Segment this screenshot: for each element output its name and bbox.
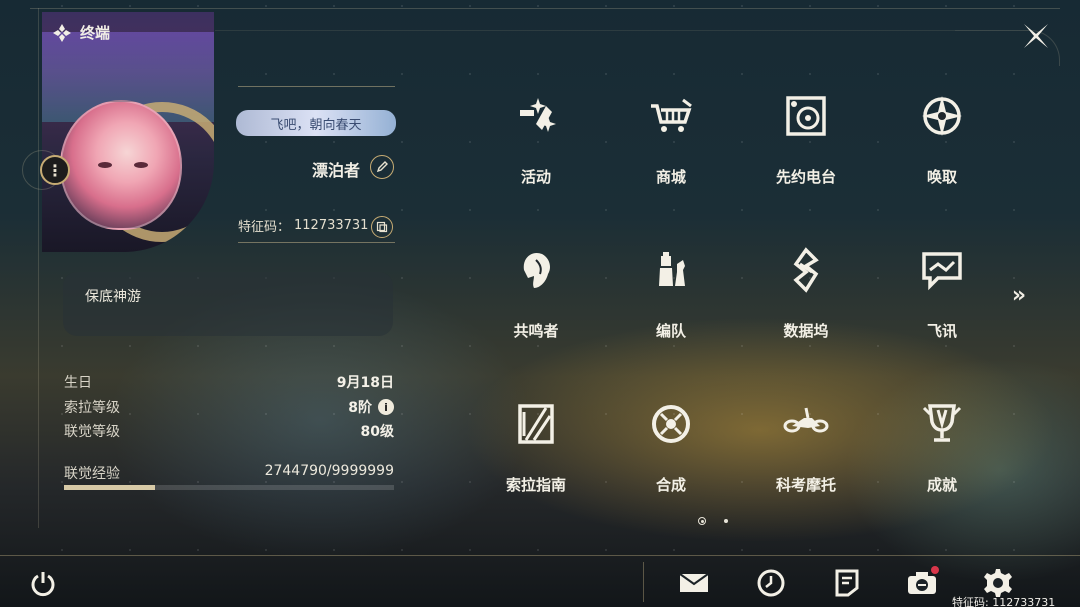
menu-item-label: 科考摩托 <box>775 476 836 494</box>
menu-item-label: 商城 <box>655 168 686 186</box>
stat-birthday: 生日 9月18日 <box>64 368 394 395</box>
signature-banner[interactable]: 飞吧，朝向春天 <box>236 110 396 136</box>
pencil-icon <box>376 161 388 173</box>
frame-line <box>38 8 39 528</box>
stat-union-level: 联觉等级 80级 <box>64 419 394 443</box>
mail-icon <box>679 573 709 592</box>
uid-label: 特征码： <box>238 220 291 235</box>
notification-badge <box>931 566 939 574</box>
cart-icon <box>651 98 692 132</box>
power-icon <box>31 572 55 597</box>
uid-watermark: 特征码: 112733731 <box>952 596 1056 607</box>
page-dot[interactable] <box>724 519 728 523</box>
menu-item-motorcycle[interactable]: 科考摩托 <box>746 400 866 520</box>
close-icon <box>1024 24 1048 48</box>
menu-item-data-bank[interactable]: 数据坞 <box>746 246 866 366</box>
menu-item-guidebook[interactable]: 索拉指南 <box>476 400 596 520</box>
divider <box>238 86 395 87</box>
page-dot-active[interactable] <box>698 517 706 525</box>
stat-value: 9月18日 <box>336 374 394 391</box>
uid-row: 特征码： 112733731 <box>238 216 368 235</box>
compass-star-icon <box>922 96 962 136</box>
page-title-group: 终端 <box>52 22 110 43</box>
union-exp-bar-fill <box>64 485 155 490</box>
notes-button[interactable] <box>830 566 864 600</box>
menu-item-label: 数据坞 <box>783 322 829 340</box>
team-chess-icon <box>659 252 685 286</box>
menu-item-resonators[interactable]: 共鸣者 <box>476 246 596 366</box>
menu-item-label: 唤取 <box>926 168 957 186</box>
data-bank-icon <box>793 247 819 293</box>
avatar[interactable] <box>60 100 182 230</box>
union-exp-row: 联觉经验 2744790/9999999 <box>64 463 394 483</box>
menu-item-shop[interactable]: 商城 <box>611 92 731 212</box>
menu-item-label: 成就 <box>926 476 957 494</box>
avatar-eye <box>98 162 112 168</box>
terminal-icon <box>53 23 71 42</box>
clock-icon <box>757 569 785 597</box>
stat-label: 生日 <box>64 374 92 391</box>
chat-icon <box>922 252 962 291</box>
sparkle-icon <box>520 98 556 132</box>
frame-line <box>215 30 955 31</box>
stat-label: 索拉等级 <box>64 400 120 416</box>
camera-button[interactable] <box>905 566 939 600</box>
next-page-button[interactable]: » <box>1005 282 1033 310</box>
page-title: 终端 <box>80 24 111 42</box>
uid-value: 112733731 <box>294 218 369 233</box>
stat-value: 80级 <box>360 424 394 440</box>
menu-item-events[interactable]: 活动 <box>476 92 596 212</box>
menu-item-achievements[interactable]: 成就 <box>882 400 1002 520</box>
synthesis-icon <box>652 405 690 443</box>
union-exp-bar <box>64 485 394 490</box>
stat-sol-rank: 索拉等级 8阶 i <box>64 395 394 419</box>
copy-uid-button[interactable] <box>371 216 393 238</box>
notes-icon <box>835 569 859 597</box>
menu-item-label: 先约电台 <box>775 168 836 186</box>
union-exp-value: 2744790/9999999 <box>264 463 394 479</box>
motorcycle-icon <box>783 407 829 433</box>
avatar-eye <box>134 162 148 168</box>
menu-item-label: 活动 <box>520 168 551 186</box>
page-indicator <box>698 517 728 525</box>
menu-item-synthesis[interactable]: 合成 <box>611 400 731 520</box>
guarantee-panel[interactable]: 保底神游 <box>63 272 393 336</box>
copy-icon <box>376 221 388 233</box>
menu-item-label: 飞讯 <box>926 322 957 340</box>
info-icon[interactable]: i <box>378 399 394 415</box>
menu-item-label: 合成 <box>655 476 686 494</box>
trophy-icon <box>922 404 962 442</box>
divider <box>238 242 395 243</box>
menu-item-convene[interactable]: 唤取 <box>882 92 1002 212</box>
menu-item-label: 编队 <box>655 322 686 340</box>
menu-item-label: 共鸣者 <box>513 322 559 340</box>
more-options-button[interactable]: ⋮ <box>40 155 70 185</box>
stat-label: 联觉经验 <box>64 466 120 482</box>
edit-name-button[interactable] <box>370 155 394 179</box>
menu-item-label: 索拉指南 <box>505 476 566 494</box>
close-button[interactable] <box>1020 20 1052 52</box>
stat-value: 8阶 i <box>348 397 394 417</box>
menu-item-radio[interactable]: 先约电台 <box>746 92 866 212</box>
menu-item-messages[interactable]: 飞讯 <box>882 246 1002 366</box>
guarantee-label: 保底神游 <box>85 289 141 305</box>
stat-label: 联觉等级 <box>64 424 120 440</box>
player-nickname: 漂泊者 <box>312 161 361 180</box>
frame-line <box>30 8 1060 9</box>
bottom-bar-separator <box>643 562 644 602</box>
power-button[interactable] <box>26 566 60 600</box>
radio-icon <box>786 96 826 136</box>
mail-button[interactable] <box>677 566 711 600</box>
bottom-bar-divider <box>0 555 1080 556</box>
player-stats: 生日 9月18日 索拉等级 8阶 i 联觉等级 80级 <box>64 368 394 443</box>
menu-item-team[interactable]: 编队 <box>611 246 731 366</box>
sol-rank-value: 8阶 <box>348 400 372 416</box>
resonator-head-icon <box>523 252 550 288</box>
activity-clock-button[interactable] <box>754 566 788 600</box>
guide-book-icon <box>518 404 554 444</box>
